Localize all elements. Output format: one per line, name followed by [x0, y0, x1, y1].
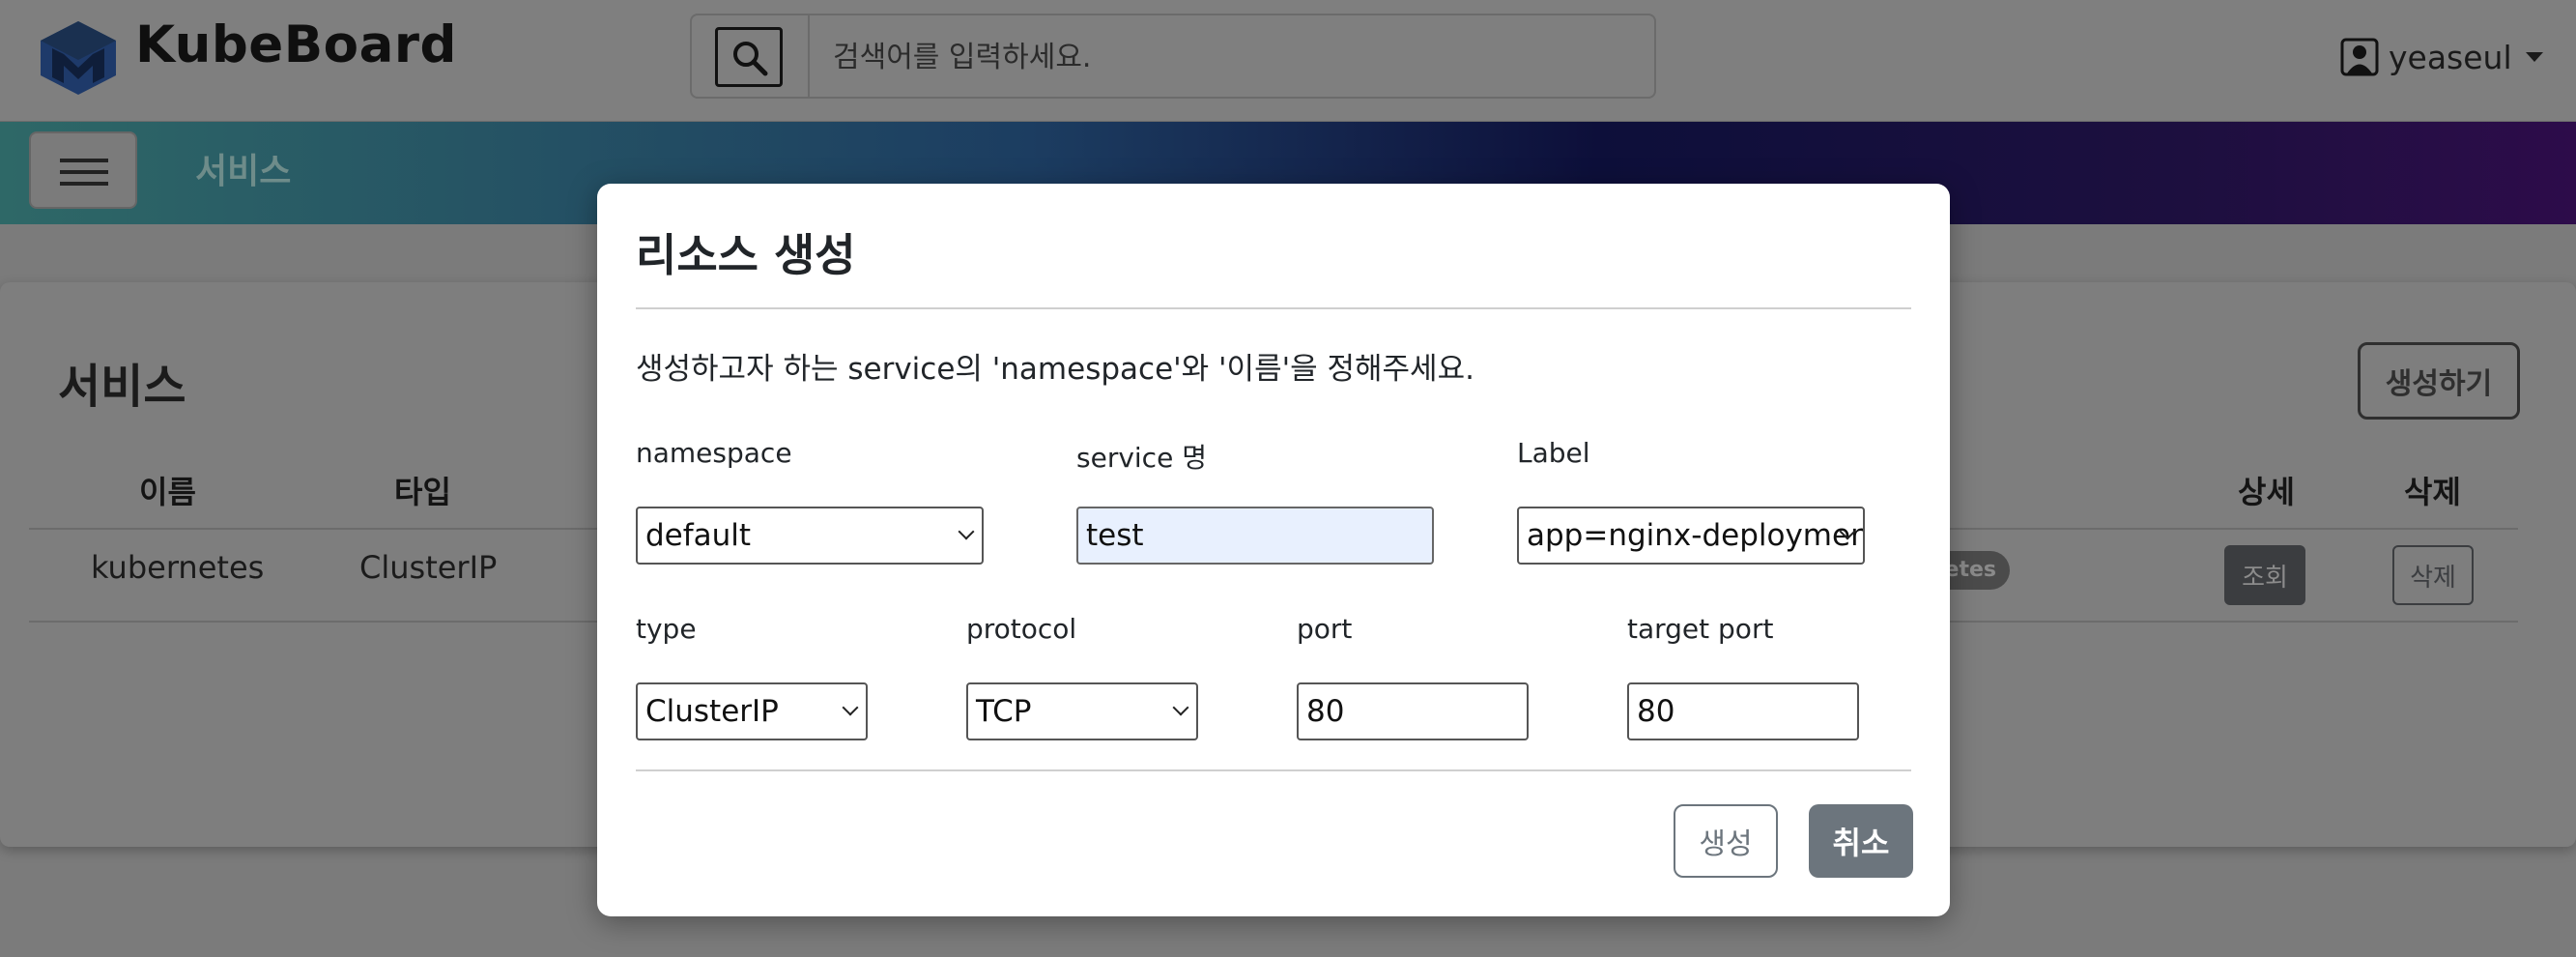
search-icon [733, 42, 768, 76]
label-field-label: Label [1517, 437, 1590, 469]
chevron-down-icon [842, 699, 859, 716]
type-value: ClusterIP [645, 694, 779, 729]
modal-title: 리소스 생성 [636, 229, 856, 281]
search-bar [690, 14, 1656, 99]
page-title: 서비스 [58, 360, 186, 414]
target-port-input[interactable]: 80 [1627, 682, 1859, 740]
namespace-label: namespace [636, 437, 792, 469]
column-header-name: 이름 [139, 474, 196, 510]
port-input[interactable]: 80 [1297, 682, 1529, 740]
search-button[interactable] [715, 27, 783, 87]
user-avatar-icon [2340, 38, 2379, 76]
namespace-select[interactable]: default [636, 507, 984, 565]
column-header-type: 타입 [394, 474, 451, 510]
service-name-cell: kubernetes [91, 549, 265, 586]
type-label: type [636, 613, 697, 645]
search-divider [808, 15, 810, 97]
service-name-label: service 명 [1076, 442, 1207, 474]
column-header-detail: 상세 [2238, 474, 2295, 510]
create-resource-modal: 리소스 생성 생성하고자 하는 service의 'namespace'와 '이… [597, 184, 1950, 916]
nav-page-title: 서비스 [195, 152, 292, 191]
protocol-select[interactable]: TCP [966, 682, 1198, 740]
delete-button[interactable]: 삭제 [2392, 545, 2474, 605]
service-name-input[interactable]: test [1076, 507, 1434, 565]
submit-button[interactable]: 생성 [1674, 804, 1778, 878]
cancel-button[interactable]: 취소 [1809, 804, 1913, 878]
type-select[interactable]: ClusterIP [636, 682, 868, 740]
modal-header-divider [636, 307, 1911, 309]
chevron-down-icon [1172, 699, 1189, 716]
label-value: app=nginx-deployment [1527, 518, 1865, 553]
service-type-cell: ClusterIP [359, 549, 498, 586]
modal-description: 생성하고자 하는 service의 'namespace'와 '이름'을 정해주… [636, 352, 1474, 387]
port-value: 80 [1306, 694, 1345, 729]
modal-footer-divider [636, 769, 1911, 771]
port-label: port [1297, 613, 1353, 645]
brand-name[interactable]: KubeBoard [135, 15, 457, 74]
service-name-value: test [1086, 518, 1144, 553]
column-header-delete: 삭제 [2404, 474, 2461, 510]
target-port-value: 80 [1637, 694, 1675, 729]
caret-down-icon [2525, 52, 2543, 62]
protocol-label: protocol [966, 613, 1077, 645]
user-name: yeaseul [2389, 38, 2512, 76]
target-port-label: target port [1627, 613, 1774, 645]
chevron-down-icon [958, 523, 975, 540]
label-select[interactable]: app=nginx-deployment [1517, 507, 1865, 565]
top-header: KubeBoard yeaseul [0, 0, 2576, 122]
namespace-value: default [645, 518, 752, 553]
kubeboard-logo-icon[interactable] [39, 19, 118, 97]
create-resource-button[interactable]: 생성하기 [2358, 342, 2520, 420]
detail-button[interactable]: 조회 [2224, 545, 2305, 605]
hamburger-menu-button[interactable] [29, 131, 137, 209]
user-menu[interactable]: yeaseul [2340, 33, 2543, 81]
search-input[interactable] [833, 33, 1606, 81]
protocol-value: TCP [976, 694, 1032, 729]
